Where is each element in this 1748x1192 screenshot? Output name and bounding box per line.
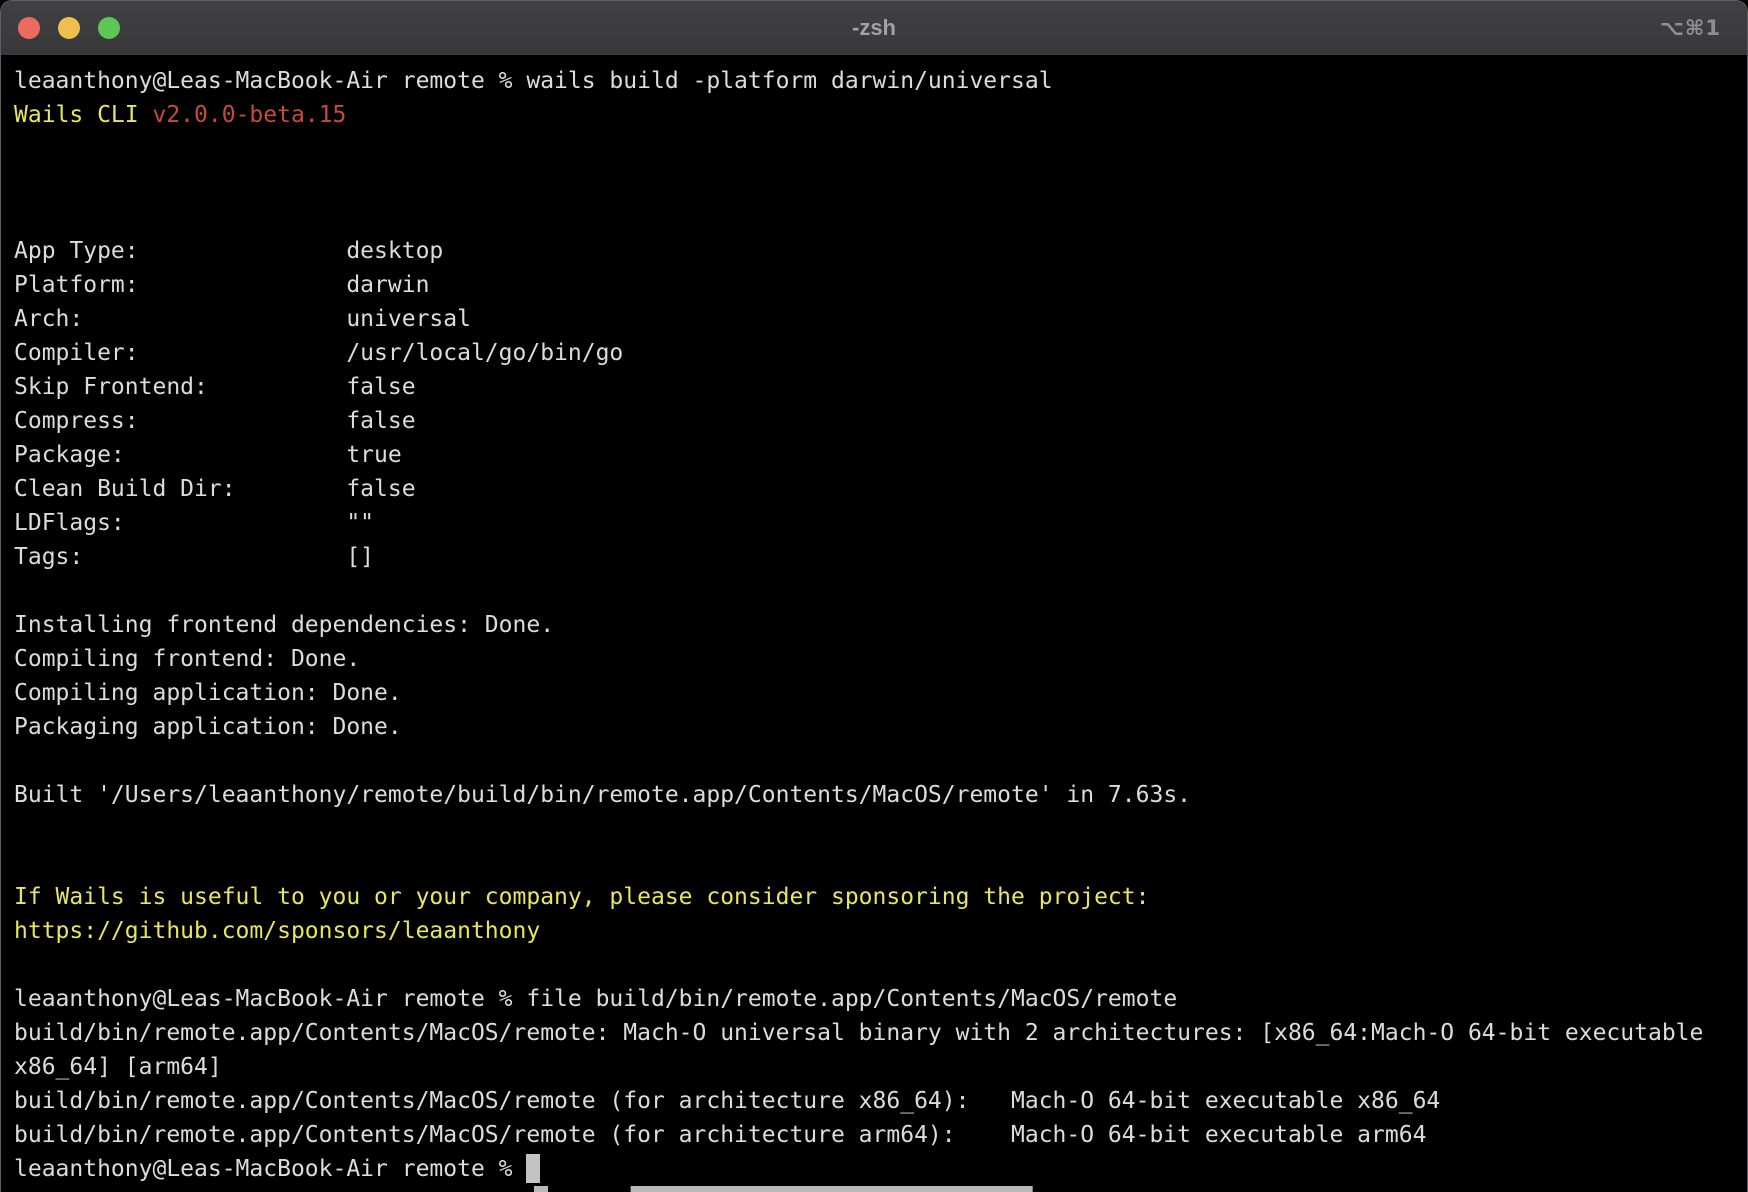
text-segment: https://github.com/sponsors/leaanthony xyxy=(14,918,540,944)
terminal-line xyxy=(14,200,1747,234)
terminal-cursor xyxy=(526,1154,540,1183)
terminal-line: Built '/Users/leaanthony/remote/build/bi… xyxy=(14,778,1747,812)
terminal-line xyxy=(14,574,1747,608)
terminal-line xyxy=(14,744,1747,778)
text-segment: Compiling frontend: Done. xyxy=(14,646,360,672)
terminal-line: leaanthony@Leas-MacBook-Air remote % fil… xyxy=(14,982,1747,1016)
titlebar[interactable]: -zsh ⌥⌘1 xyxy=(1,1,1747,55)
terminal-line: build/bin/remote.app/Contents/MacOS/remo… xyxy=(14,1118,1747,1152)
text-segment: If Wails is useful to you or your compan… xyxy=(14,884,1149,910)
text-segment: build/bin/remote.app/Contents/MacOS/remo… xyxy=(14,1088,1440,1114)
text-segment: Packaging application: Done. xyxy=(14,714,402,740)
terminal-line: Installing frontend dependencies: Done. xyxy=(14,608,1747,642)
text-segment: Platform: darwin xyxy=(14,272,429,298)
window-shortcut-badge: ⌥⌘1 xyxy=(1660,1,1721,55)
terminal-line xyxy=(14,812,1747,846)
text-segment: Installing frontend dependencies: Done. xyxy=(14,612,554,638)
clipped-bottom-line: █ █████████████████████████████ xyxy=(534,1186,1033,1192)
terminal-line: Arch: universal xyxy=(14,302,1747,336)
terminal-line: build/bin/remote.app/Contents/MacOS/remo… xyxy=(14,1016,1747,1050)
text-segment: build/bin/remote.app/Contents/MacOS/remo… xyxy=(14,1020,1703,1046)
close-button[interactable] xyxy=(18,17,40,39)
terminal-line xyxy=(14,948,1747,982)
terminal-window: -zsh ⌥⌘1 leaanthony@Leas-MacBook-Air rem… xyxy=(0,0,1748,1192)
terminal-line: If Wails is useful to you or your compan… xyxy=(14,880,1747,914)
terminal-line xyxy=(14,166,1747,200)
text-segment: Compiler: /usr/local/go/bin/go xyxy=(14,340,623,366)
terminal-line xyxy=(14,132,1747,166)
terminal-output[interactable]: leaanthony@Leas-MacBook-Air remote % wai… xyxy=(1,55,1747,1192)
terminal-line: Tags: [] xyxy=(14,540,1747,574)
text-segment: Compiling application: Done. xyxy=(14,680,402,706)
terminal-line: Compiler: /usr/local/go/bin/go xyxy=(14,336,1747,370)
text-segment: x86_64] [arm64] xyxy=(14,1054,222,1080)
text-segment: Tags: [] xyxy=(14,544,374,570)
minimize-button[interactable] xyxy=(58,17,80,39)
text-segment: App Type: desktop xyxy=(14,238,443,264)
terminal-line: Clean Build Dir: false xyxy=(14,472,1747,506)
terminal-line xyxy=(14,846,1747,880)
text-segment: LDFlags: "" xyxy=(14,510,374,536)
terminal-line: Platform: darwin xyxy=(14,268,1747,302)
text-segment: v2.0.0-beta.15 xyxy=(152,102,346,128)
terminal-line: Wails CLI v2.0.0-beta.15 xyxy=(14,98,1747,132)
terminal-line: leaanthony@Leas-MacBook-Air remote % wai… xyxy=(14,64,1747,98)
text-segment: Skip Frontend: false xyxy=(14,374,416,400)
text-segment: Wails CLI xyxy=(14,102,152,128)
terminal-line: https://github.com/sponsors/leaanthony xyxy=(14,914,1747,948)
text-segment: leaanthony@Leas-MacBook-Air remote % xyxy=(14,1156,526,1182)
terminal-line: leaanthony@Leas-MacBook-Air remote % xyxy=(14,1152,1747,1186)
terminal-line: App Type: desktop xyxy=(14,234,1747,268)
traffic-lights xyxy=(1,17,120,39)
text-segment: Compress: false xyxy=(14,408,416,434)
terminal-line: Compiling application: Done. xyxy=(14,676,1747,710)
text-segment: Built '/Users/leaanthony/remote/build/bi… xyxy=(14,782,1191,808)
terminal-line: Package: true xyxy=(14,438,1747,472)
text-segment: Package: true xyxy=(14,442,402,468)
terminal-line: x86_64] [arm64] xyxy=(14,1050,1747,1084)
text-segment: build/bin/remote.app/Contents/MacOS/remo… xyxy=(14,1122,1426,1148)
terminal-line: Compress: false xyxy=(14,404,1747,438)
text-segment: Arch: universal xyxy=(14,306,471,332)
terminal-line: Skip Frontend: false xyxy=(14,370,1747,404)
text-segment: Clean Build Dir: false xyxy=(14,476,416,502)
terminal-line: Compiling frontend: Done. xyxy=(14,642,1747,676)
zoom-button[interactable] xyxy=(98,17,120,39)
text-segment: leaanthony@Leas-MacBook-Air remote % wai… xyxy=(14,68,1053,94)
text-segment: leaanthony@Leas-MacBook-Air remote % fil… xyxy=(14,986,1177,1012)
terminal-line: build/bin/remote.app/Contents/MacOS/remo… xyxy=(14,1084,1747,1118)
terminal-line: LDFlags: "" xyxy=(14,506,1747,540)
terminal-line: Packaging application: Done. xyxy=(14,710,1747,744)
window-title: -zsh xyxy=(1,1,1747,55)
